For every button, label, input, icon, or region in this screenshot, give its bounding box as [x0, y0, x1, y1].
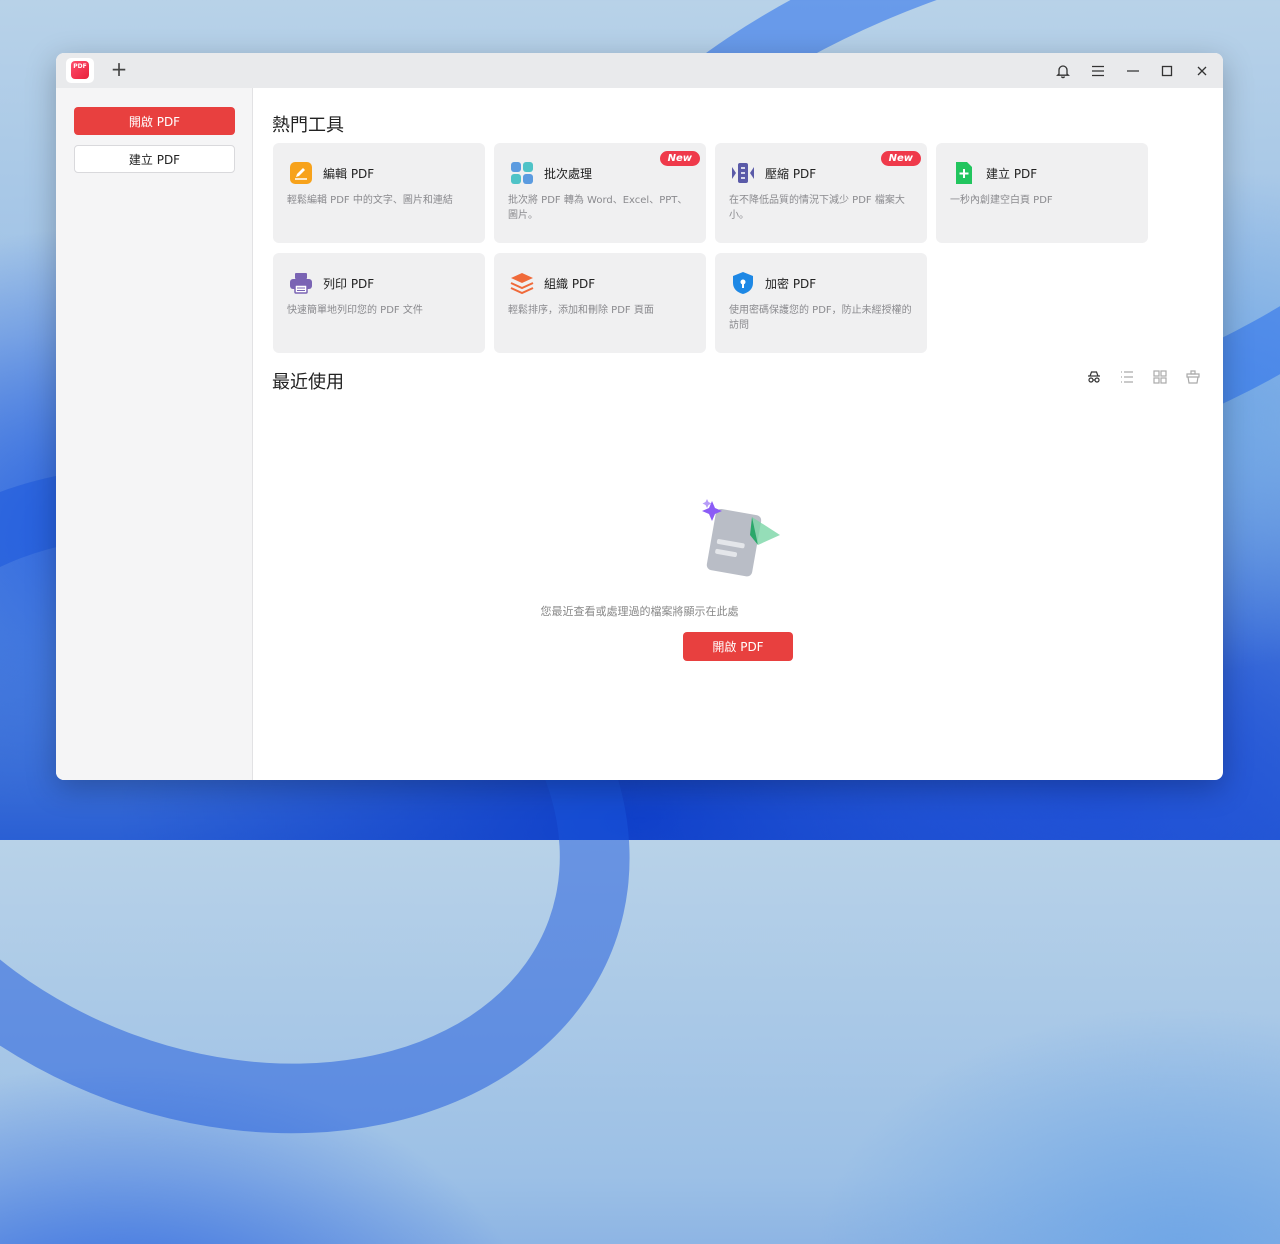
- tool-card-batch[interactable]: New 批次處理 批次將 PDF 轉為 Word、Excel、PPT、圖片。: [494, 143, 706, 243]
- empty-state-text: 您最近查看或處理過的檔案將顯示在此處: [540, 605, 739, 618]
- sidebar-create-pdf-button[interactable]: 建立 PDF: [74, 145, 235, 173]
- recent-section-title: 最近使用: [272, 372, 344, 393]
- new-badge: New: [880, 151, 921, 166]
- tool-title: 組織 PDF: [544, 277, 596, 291]
- create-icon: [952, 161, 976, 185]
- tool-card-print[interactable]: 列印 PDF 快速簡單地列印您的 PDF 文件: [273, 253, 485, 353]
- empty-document-illustration: [696, 499, 786, 587]
- clear-icon[interactable]: [1184, 368, 1202, 386]
- new-tab-button[interactable]: +: [108, 58, 130, 80]
- new-badge: New: [659, 151, 700, 166]
- sidebar: 開啟 PDF 建立 PDF: [56, 88, 253, 780]
- tool-desc: 輕鬆排序，添加和刪除 PDF 頁面: [508, 305, 654, 316]
- tool-card-create[interactable]: 建立 PDF 一秒內創建空白頁 PDF: [936, 143, 1148, 243]
- batch-icon: [510, 161, 534, 185]
- maximize-icon[interactable]: [1156, 60, 1178, 82]
- title-bar: PDF +: [56, 53, 1223, 88]
- compress-icon: [731, 161, 755, 185]
- encrypt-icon: [731, 271, 755, 295]
- list-view-icon[interactable]: [1118, 368, 1136, 386]
- tool-title: 加密 PDF: [765, 277, 817, 291]
- close-icon[interactable]: [1191, 60, 1213, 82]
- tool-title: 批次處理: [544, 167, 593, 181]
- logo-text: PDF: [71, 61, 89, 79]
- bell-icon[interactable]: [1052, 60, 1074, 82]
- tool-desc: 一秒內創建空白頁 PDF: [950, 195, 1053, 206]
- app-logo-icon[interactable]: PDF: [66, 58, 94, 83]
- app-window: PDF + 開啟 PDF 建立 PDF 熱門工具 編輯 PDF 輕鬆編輯 PDF…: [56, 53, 1223, 780]
- tool-desc: 在不降低品質的情況下減少 PDF 檔案大小。: [729, 195, 905, 221]
- tool-title: 壓縮 PDF: [765, 167, 817, 181]
- menu-icon[interactable]: [1087, 60, 1109, 82]
- tool-card-compress[interactable]: New 壓縮 PDF 在不降低品質的情況下減少 PDF 檔案大小。: [715, 143, 927, 243]
- main-open-pdf-button[interactable]: 開啟 PDF: [683, 632, 793, 661]
- tool-title: 編輯 PDF: [323, 167, 375, 181]
- tool-desc: 批次將 PDF 轉為 Word、Excel、PPT、圖片。: [508, 195, 688, 221]
- tool-desc: 快速簡單地列印您的 PDF 文件: [287, 305, 423, 316]
- tool-desc: 輕鬆編輯 PDF 中的文字、圖片和連結: [287, 195, 453, 206]
- tool-title: 建立 PDF: [986, 167, 1038, 181]
- incognito-icon[interactable]: [1085, 368, 1103, 386]
- tool-desc: 使用密碼保護您的 PDF，防止未經授權的訪問: [729, 305, 912, 331]
- tool-card-edit[interactable]: 編輯 PDF 輕鬆編輯 PDF 中的文字、圖片和連結: [273, 143, 485, 243]
- tool-card-encrypt[interactable]: 加密 PDF 使用密碼保護您的 PDF，防止未經授權的訪問: [715, 253, 927, 353]
- sidebar-open-pdf-button[interactable]: 開啟 PDF: [74, 107, 235, 135]
- minimize-icon[interactable]: [1122, 60, 1144, 82]
- tool-card-organize[interactable]: 組織 PDF 輕鬆排序，添加和刪除 PDF 頁面: [494, 253, 706, 353]
- grid-view-icon[interactable]: [1151, 368, 1169, 386]
- tools-section-title: 熱門工具: [272, 115, 344, 136]
- print-icon: [289, 271, 313, 295]
- organize-icon: [510, 271, 534, 295]
- tool-title: 列印 PDF: [323, 277, 375, 291]
- edit-icon: [289, 161, 313, 185]
